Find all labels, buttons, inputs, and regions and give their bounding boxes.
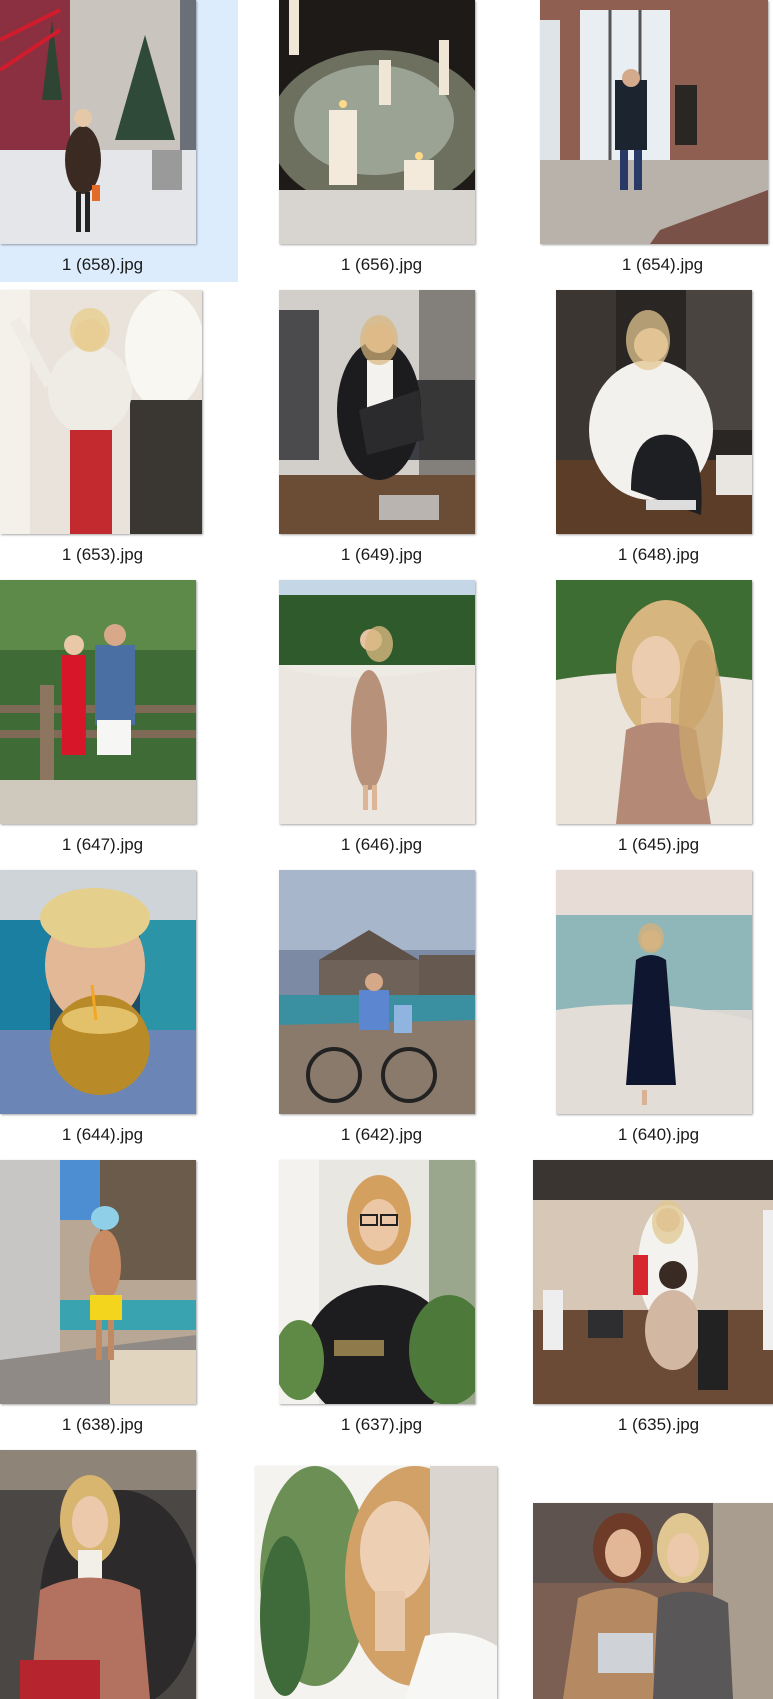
file-name: 1 (640).jpg [617, 1125, 700, 1144]
thumbnail-image[interactable] [533, 1160, 773, 1404]
thumbnail-image[interactable] [0, 1160, 196, 1404]
file-tile[interactable]: 1 (637).jpg [279, 1160, 517, 1442]
file-name: 1 (653).jpg [61, 545, 144, 564]
file-name: 1 (645).jpg [617, 835, 700, 854]
file-name: 1 (654).jpg [621, 255, 704, 274]
thumbnail-image[interactable] [0, 1450, 196, 1699]
file-tile[interactable]: 1 (638).jpg [0, 1160, 238, 1442]
thumbnail-image[interactable] [540, 0, 768, 244]
file-tile[interactable]: 1 (658).jpg [0, 0, 238, 282]
thumbnail-image[interactable] [533, 1503, 773, 1699]
file-grid: 1 (658).jpg 1 (656).jpg 1 (654).jpg 1 (6… [0, 0, 773, 1699]
thumbnail-image[interactable] [279, 1160, 475, 1404]
file-tile[interactable] [255, 1466, 500, 1699]
file-tile[interactable]: 1 (649).jpg [279, 290, 517, 572]
thumbnail-image[interactable] [279, 870, 475, 1114]
file-name: 1 (647).jpg [61, 835, 144, 854]
file-name: 1 (638).jpg [61, 1415, 144, 1434]
file-tile[interactable]: 1 (644).jpg [0, 870, 238, 1152]
thumbnail-image[interactable] [0, 870, 196, 1114]
file-name: 1 (656).jpg [340, 255, 423, 274]
file-tile[interactable]: 1 (656).jpg [279, 0, 517, 282]
file-tile[interactable]: 1 (648).jpg [556, 290, 773, 572]
file-tile[interactable]: 1 (653).jpg [0, 290, 238, 572]
thumbnail-image[interactable] [279, 290, 475, 534]
file-tile[interactable]: 1 (640).jpg [556, 870, 773, 1152]
file-tile[interactable]: 1 (642).jpg [279, 870, 517, 1152]
file-name: 1 (642).jpg [340, 1125, 423, 1144]
file-tile[interactable]: 1 (645).jpg [556, 580, 773, 862]
file-tile[interactable]: 1 (635).jpg [533, 1160, 773, 1442]
file-name: 1 (644).jpg [61, 1125, 144, 1144]
file-tile[interactable]: 1 (654).jpg [540, 0, 773, 282]
file-tile[interactable]: 1 (647).jpg [0, 580, 238, 862]
file-name: 1 (658).jpg [61, 255, 144, 274]
file-tile[interactable]: 1 (646).jpg [279, 580, 517, 862]
thumbnail-image[interactable] [556, 580, 752, 824]
thumbnail-image[interactable] [0, 580, 196, 824]
file-name: 1 (646).jpg [340, 835, 423, 854]
file-name: 1 (637).jpg [340, 1415, 423, 1434]
file-name: 1 (649).jpg [340, 545, 423, 564]
thumbnail-image[interactable] [556, 870, 752, 1114]
thumbnail-image[interactable] [279, 0, 475, 244]
thumbnail-image[interactable] [255, 1466, 497, 1699]
thumbnail-image[interactable] [0, 0, 196, 244]
thumbnail-image[interactable] [279, 580, 475, 824]
file-tile[interactable] [533, 1503, 773, 1699]
file-name: 1 (648).jpg [617, 545, 700, 564]
file-tile[interactable] [0, 1450, 238, 1699]
thumbnail-image[interactable] [0, 290, 202, 534]
file-name: 1 (635).jpg [617, 1415, 700, 1434]
thumbnail-image[interactable] [556, 290, 752, 534]
